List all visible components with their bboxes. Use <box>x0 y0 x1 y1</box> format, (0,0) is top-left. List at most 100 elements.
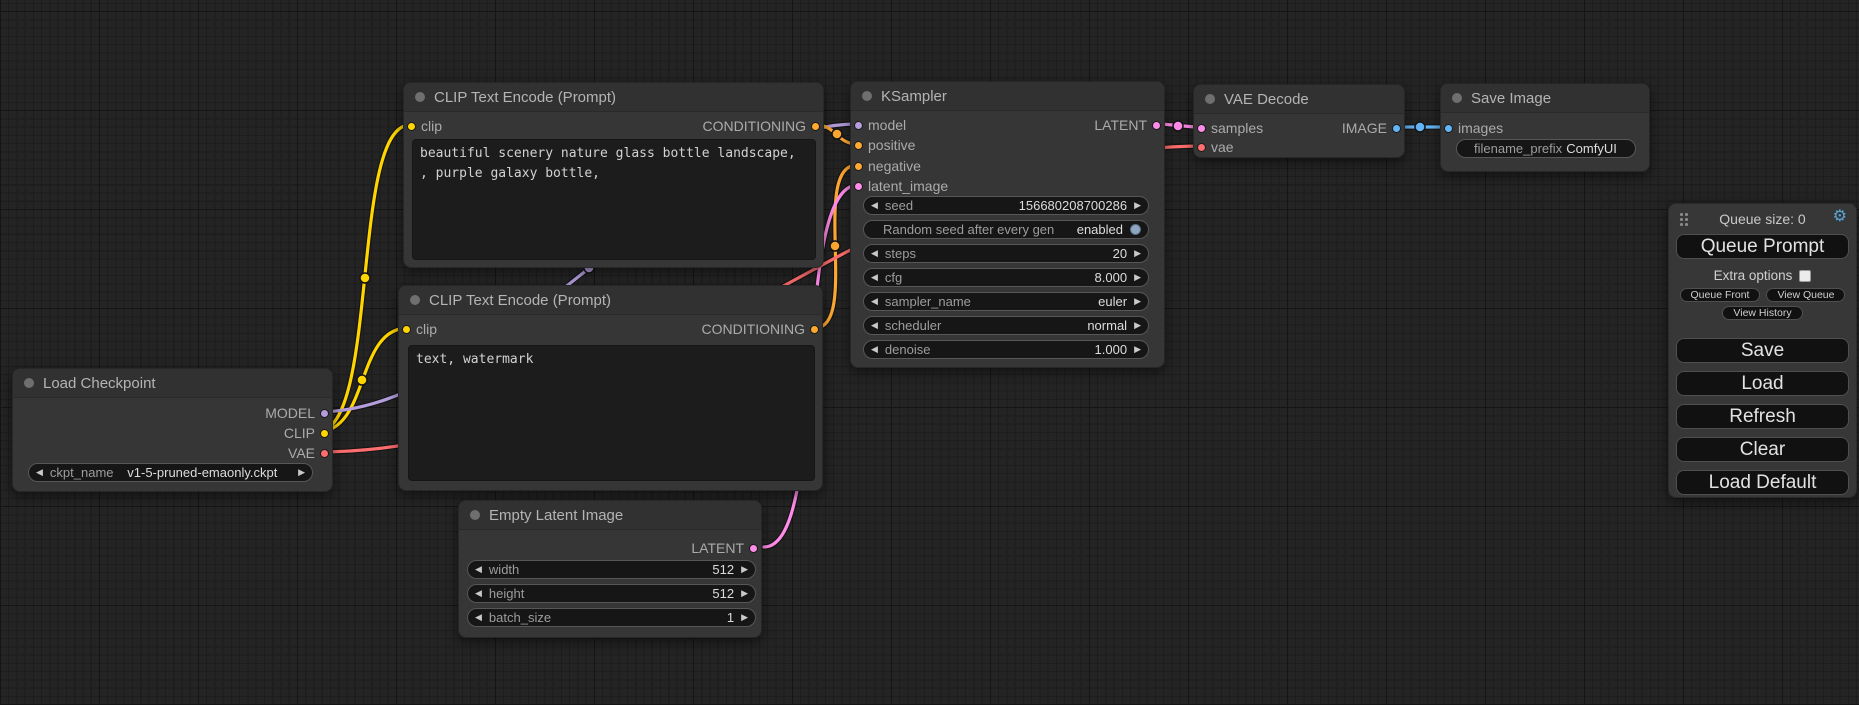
settings-gear-icon[interactable]: ⚙ <box>1833 209 1847 225</box>
widget-scheduler[interactable]: ◀ scheduler normal ▶ <box>863 316 1149 335</box>
node-load-checkpoint[interactable]: Load Checkpoint MODEL CLIP VAE ◀ ckpt_na… <box>12 368 333 492</box>
input-port-clip[interactable] <box>407 122 416 131</box>
drag-handle-icon[interactable] <box>1680 213 1688 226</box>
node-title-bar[interactable]: Save Image <box>1441 84 1649 113</box>
decrement-arrow-icon[interactable]: ◀ <box>475 613 482 622</box>
queue-size-label: Queue size: 0 <box>1719 211 1805 227</box>
decrement-arrow-icon[interactable]: ◀ <box>871 345 878 354</box>
node-clip-text-encode-negative[interactable]: CLIP Text Encode (Prompt) clip CONDITION… <box>398 285 823 491</box>
load-button[interactable]: Load <box>1676 371 1849 396</box>
widget-steps[interactable]: ◀ steps 20 ▶ <box>863 244 1149 263</box>
output-row-vae: VAE <box>13 444 332 462</box>
input-port-images[interactable] <box>1444 124 1453 133</box>
widget-label: scheduler <box>885 318 941 333</box>
node-title: CLIP Text Encode (Prompt) <box>429 292 611 309</box>
increment-arrow-icon[interactable]: ▶ <box>741 613 748 622</box>
node-title-bar[interactable]: CLIP Text Encode (Prompt) <box>399 286 822 315</box>
widget-batch-size[interactable]: ◀ batch_size 1 ▶ <box>467 608 756 627</box>
output-port-conditioning[interactable] <box>810 325 819 334</box>
widget-denoise[interactable]: ◀ denoise 1.000 ▶ <box>863 340 1149 359</box>
output-port-model[interactable] <box>320 409 329 418</box>
input-port-latent-image[interactable] <box>854 182 863 191</box>
increment-arrow-icon[interactable]: ▶ <box>1134 345 1141 354</box>
input-port-model[interactable] <box>854 121 863 130</box>
increment-arrow-icon[interactable]: ▶ <box>1134 201 1141 210</box>
collapse-dot-icon[interactable] <box>862 91 872 101</box>
output-port-clip[interactable] <box>320 429 329 438</box>
output-label: LATENT <box>1094 117 1147 133</box>
node-title-bar[interactable]: KSampler <box>851 82 1164 111</box>
extra-options-checkbox[interactable] <box>1799 270 1811 282</box>
decrement-arrow-icon[interactable]: ◀ <box>36 468 43 477</box>
input-label: model <box>868 117 906 133</box>
widget-label: cfg <box>885 270 902 285</box>
save-button[interactable]: Save <box>1676 338 1849 363</box>
decrement-arrow-icon[interactable]: ◀ <box>871 201 878 210</box>
toggle-circle-icon[interactable] <box>1130 224 1141 235</box>
output-port-latent[interactable] <box>1152 121 1161 130</box>
increment-arrow-icon[interactable]: ▶ <box>1134 273 1141 282</box>
increment-arrow-icon[interactable]: ▶ <box>1134 297 1141 306</box>
decrement-arrow-icon[interactable]: ◀ <box>871 297 878 306</box>
increment-arrow-icon[interactable]: ▶ <box>298 468 305 477</box>
decrement-arrow-icon[interactable]: ◀ <box>871 273 878 282</box>
widget-width[interactable]: ◀ width 512 ▶ <box>467 560 756 579</box>
widget-sampler-name[interactable]: ◀ sampler_name euler ▶ <box>863 292 1149 311</box>
node-title-bar[interactable]: Load Checkpoint <box>13 369 332 398</box>
widget-ckpt-name[interactable]: ◀ ckpt_name v1-5-pruned-emaonly.ckpt ▶ <box>28 463 313 482</box>
node-title-bar[interactable]: CLIP Text Encode (Prompt) <box>404 83 823 112</box>
node-empty-latent-image[interactable]: Empty Latent Image LATENT ◀ width 512 ▶ … <box>458 500 762 638</box>
widget-value: euler <box>971 294 1127 309</box>
node-title-bar[interactable]: Empty Latent Image <box>459 501 761 530</box>
output-port-image[interactable] <box>1392 124 1401 133</box>
input-port-negative[interactable] <box>854 162 863 171</box>
node-clip-text-encode-positive[interactable]: CLIP Text Encode (Prompt) clip CONDITION… <box>403 82 824 268</box>
node-vae-decode[interactable]: VAE Decode samples IMAGE vae <box>1193 84 1405 158</box>
load-default-button[interactable]: Load Default <box>1676 470 1849 495</box>
node-title: Empty Latent Image <box>489 507 623 524</box>
refresh-button[interactable]: Refresh <box>1676 404 1849 429</box>
collapse-dot-icon[interactable] <box>1452 93 1462 103</box>
input-port-positive[interactable] <box>854 141 863 150</box>
input-port-vae[interactable] <box>1197 143 1206 152</box>
widget-height[interactable]: ◀ height 512 ▶ <box>467 584 756 603</box>
collapse-dot-icon[interactable] <box>410 295 420 305</box>
widget-seed[interactable]: ◀ seed 156680208700286 ▶ <box>863 196 1149 215</box>
slot-row-negative: negative <box>851 157 1164 175</box>
output-label: CONDITIONING <box>703 118 806 134</box>
increment-arrow-icon[interactable]: ▶ <box>1134 321 1141 330</box>
decrement-arrow-icon[interactable]: ◀ <box>871 321 878 330</box>
clear-button[interactable]: Clear <box>1676 437 1849 462</box>
widget-cfg[interactable]: ◀ cfg 8.000 ▶ <box>863 268 1149 287</box>
node-title-bar[interactable]: VAE Decode <box>1194 85 1404 114</box>
view-queue-button[interactable]: View Queue <box>1766 288 1845 302</box>
positive-prompt-textarea[interactable]: beautiful scenery nature glass bottle la… <box>412 139 816 260</box>
decrement-arrow-icon[interactable]: ◀ <box>475 589 482 598</box>
decrement-arrow-icon[interactable]: ◀ <box>475 565 482 574</box>
queue-prompt-button[interactable]: Queue Prompt <box>1676 234 1849 259</box>
increment-arrow-icon[interactable]: ▶ <box>1134 249 1141 258</box>
widget-random-seed-toggle[interactable]: Random seed after every gen enabled <box>863 220 1149 239</box>
collapse-dot-icon[interactable] <box>1205 94 1215 104</box>
comfy-menu-panel[interactable]: Queue size: 0 ⚙ Queue Prompt Extra optio… <box>1668 203 1857 498</box>
output-port-latent[interactable] <box>749 544 758 553</box>
collapse-dot-icon[interactable] <box>415 92 425 102</box>
widget-label: height <box>489 586 524 601</box>
negative-prompt-textarea[interactable]: text, watermark <box>408 345 815 481</box>
node-ksampler[interactable]: KSampler model LATENT positive negative … <box>850 81 1165 368</box>
decrement-arrow-icon[interactable]: ◀ <box>871 249 878 258</box>
output-port-conditioning[interactable] <box>811 122 820 131</box>
widget-filename-prefix[interactable]: filename_prefix ComfyUI <box>1456 139 1636 158</box>
widget-label: ckpt_name <box>50 465 114 480</box>
view-history-button[interactable]: View History <box>1722 306 1802 320</box>
increment-arrow-icon[interactable]: ▶ <box>741 565 748 574</box>
output-port-vae[interactable] <box>320 449 329 458</box>
queue-front-button[interactable]: Queue Front <box>1680 288 1761 302</box>
increment-arrow-icon[interactable]: ▶ <box>741 589 748 598</box>
collapse-dot-icon[interactable] <box>470 510 480 520</box>
node-graph-canvas[interactable]: Load Checkpoint MODEL CLIP VAE ◀ ckpt_na… <box>0 0 1859 705</box>
node-save-image[interactable]: Save Image images filename_prefix ComfyU… <box>1440 83 1650 172</box>
input-port-samples[interactable] <box>1197 124 1206 133</box>
input-port-clip[interactable] <box>402 325 411 334</box>
collapse-dot-icon[interactable] <box>24 378 34 388</box>
